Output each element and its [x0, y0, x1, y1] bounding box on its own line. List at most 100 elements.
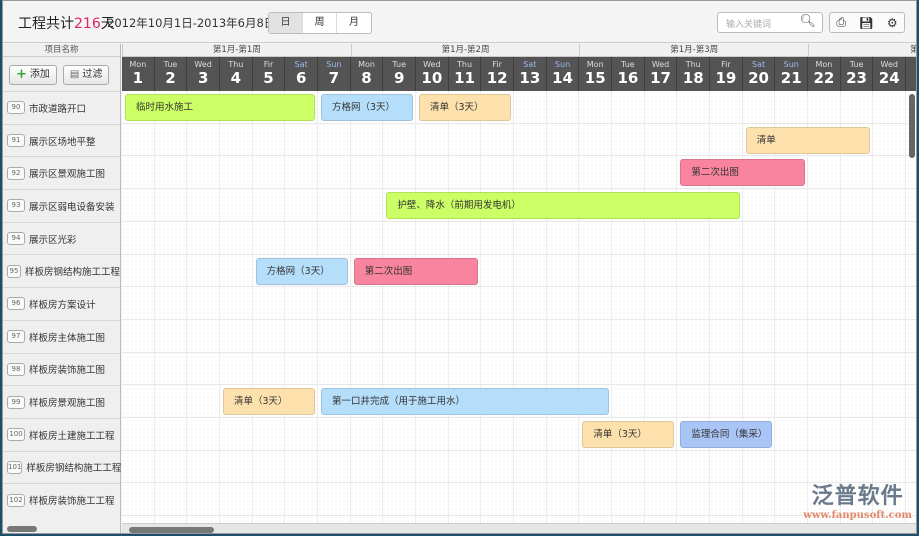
project-row[interactable]: 93 展示区弱电设备安装: [3, 189, 120, 222]
project-id-badge: 91: [7, 134, 25, 148]
day-column-header: Wed 17: [645, 57, 678, 91]
total-days: 216: [74, 16, 101, 32]
grid-line: [122, 122, 916, 124]
project-name: 样板房钢结构施工工程: [26, 463, 122, 475]
project-id-badge: 95: [7, 264, 21, 278]
project-name: 样板房装饰施工工程: [29, 496, 115, 508]
project-row[interactable]: 92 展示区景观施工图: [3, 156, 120, 189]
task-bar[interactable]: 方格网（3天）: [321, 94, 414, 121]
grid-line: [122, 318, 916, 320]
weekday-label: Mon: [815, 60, 833, 69]
day-number: 4: [230, 69, 242, 87]
add-label: 添加: [29, 69, 50, 80]
day-number: 6: [295, 69, 307, 87]
project-row[interactable]: 95 样板房钢结构施工工程: [3, 254, 120, 287]
project-row[interactable]: 96 样板房方案设计: [3, 287, 120, 320]
grid-line: [122, 384, 916, 386]
plus-icon: +: [16, 67, 27, 82]
day-number: 23: [846, 69, 867, 87]
project-row[interactable]: 90 市政道路开口: [3, 91, 120, 124]
search-icon[interactable]: 🔍︎: [799, 14, 816, 29]
project-row[interactable]: 94 展示区光彩: [3, 221, 120, 255]
task-bar[interactable]: 监理合同（集采）: [680, 421, 773, 448]
gantt-body: 临时用水施工 方格网（3天） 清单（3天） 清单 第二次出图 护壁、降水（前期用发电机）方…: [122, 91, 916, 523]
task-bar[interactable]: 临时用水施工: [125, 94, 316, 121]
project-id-badge: 99: [7, 395, 25, 409]
weekday-label: Sun: [326, 60, 342, 69]
weekday-label: Wed: [651, 60, 670, 69]
task-bar[interactable]: 清单: [745, 126, 871, 154]
week-label: 第1月-: [808, 44, 916, 57]
weekday-label: Sun: [783, 60, 799, 69]
view-day-button[interactable]: 日: [269, 13, 303, 33]
project-row[interactable]: 102 样板房装饰施工工程: [3, 483, 120, 516]
view-week-button[interactable]: 周: [303, 13, 337, 33]
project-row[interactable]: 98 样板房装饰施工图: [3, 352, 120, 386]
view-month-button[interactable]: 月: [337, 13, 371, 33]
project-name: 展示区场地平整: [29, 136, 96, 148]
task-bar[interactable]: 第一口井完成（用于施工用水）: [321, 388, 610, 416]
vertical-scrollbar[interactable]: [909, 94, 915, 158]
filter-button[interactable]: ▤ 过滤: [62, 65, 110, 85]
project-row[interactable]: 99 样板房景观施工图: [3, 385, 120, 418]
day-number: 7: [328, 69, 340, 87]
day-number: 24: [878, 69, 900, 87]
project-list-panel: 项目名称 + 添加 ▤ 过滤 90 市政道路开口 91 展示区场地平整 92 展示区景观施工图…: [3, 44, 122, 533]
project-name: 样板房土建施工工程: [29, 430, 115, 442]
grid-line: [122, 417, 916, 418]
day-number: 19: [715, 69, 737, 87]
project-row[interactable]: 100 样板房土建施工工程: [3, 417, 120, 451]
save-icon[interactable]: 💾︎: [859, 16, 874, 30]
day-number: 1: [132, 69, 144, 87]
day-number: 14: [552, 69, 573, 87]
task-bar[interactable]: 第二次出图: [680, 159, 806, 187]
weekday-label: Mon: [358, 60, 375, 69]
day-column-header: Wed 3: [187, 57, 220, 91]
weekday-label: Fir: [492, 60, 502, 69]
day-column-header: Sat 13: [514, 57, 547, 91]
task-bar[interactable]: 第二次出图: [353, 257, 479, 285]
print-icon[interactable]: ⎙: [836, 15, 846, 30]
day-column-header: Mon 8: [351, 57, 384, 91]
project-name: 展示区弱电设备安装: [29, 201, 115, 213]
project-id-badge: 96: [7, 297, 25, 311]
weekday-label: Sun: [554, 60, 571, 69]
project-id-badge: 97: [7, 330, 25, 344]
grid-line: [122, 351, 916, 353]
task-bar[interactable]: 清单（3天）: [223, 388, 315, 416]
horizontal-scrollbar[interactable]: [122, 523, 916, 533]
weekday-label: Wed: [423, 60, 441, 69]
week-header: 第1月-第1周第1月-第2周第1月-第3周第1月-: [122, 44, 916, 57]
day-column-header: Mon 22: [808, 57, 841, 91]
search-input[interactable]: 输入关键词 🔍︎: [717, 12, 823, 33]
weekday-label: Tue: [392, 60, 407, 69]
weekday-label: Wed: [880, 60, 898, 69]
day-number: 2: [165, 69, 176, 87]
project-id-badge: 100: [7, 428, 25, 442]
day-column-header: Wed 24: [873, 57, 907, 91]
header-bar: 工程共计216天 2012年10月1日-2013年6月8日 日 周 月 输入关键…: [3, 1, 916, 43]
day-number: 16: [617, 69, 639, 87]
gantt-grid: 第1月-第1周第1月-第2周第1月-第3周第1月- Mon1Tue2Wed3Th…: [122, 44, 916, 533]
grid-line: [122, 253, 916, 255]
gear-icon[interactable]: ⚙: [887, 16, 898, 30]
scroll-thumb[interactable]: [129, 527, 214, 533]
day-number: 10: [421, 69, 443, 87]
day-column-header: Thu 4: [220, 57, 253, 91]
project-name: 样板房景观施工图: [29, 398, 106, 410]
project-row[interactable]: 97 样板房主体施工图: [3, 319, 120, 353]
grid-line: [122, 220, 916, 222]
day-number: 18: [682, 69, 704, 87]
task-bar[interactable]: 清单（3天）: [419, 94, 512, 121]
add-button[interactable]: + 添加: [9, 65, 57, 85]
view-switcher: 日 周 月: [268, 12, 372, 34]
project-name: 样板房装饰施工图: [29, 365, 106, 377]
weekday-label: Thu: [457, 60, 473, 69]
project-row[interactable]: 101 样板房钢结构施工工程: [3, 450, 122, 484]
day-number: 21: [780, 69, 802, 87]
left-scrollbar[interactable]: [7, 526, 37, 532]
task-bar[interactable]: 护壁、降水（前期用发电机）: [386, 192, 740, 220]
task-bar[interactable]: 方格网（3天）: [255, 257, 348, 285]
project-row[interactable]: 91 展示区场地平整: [3, 123, 120, 157]
task-bar[interactable]: 清单（3天）: [582, 421, 675, 448]
